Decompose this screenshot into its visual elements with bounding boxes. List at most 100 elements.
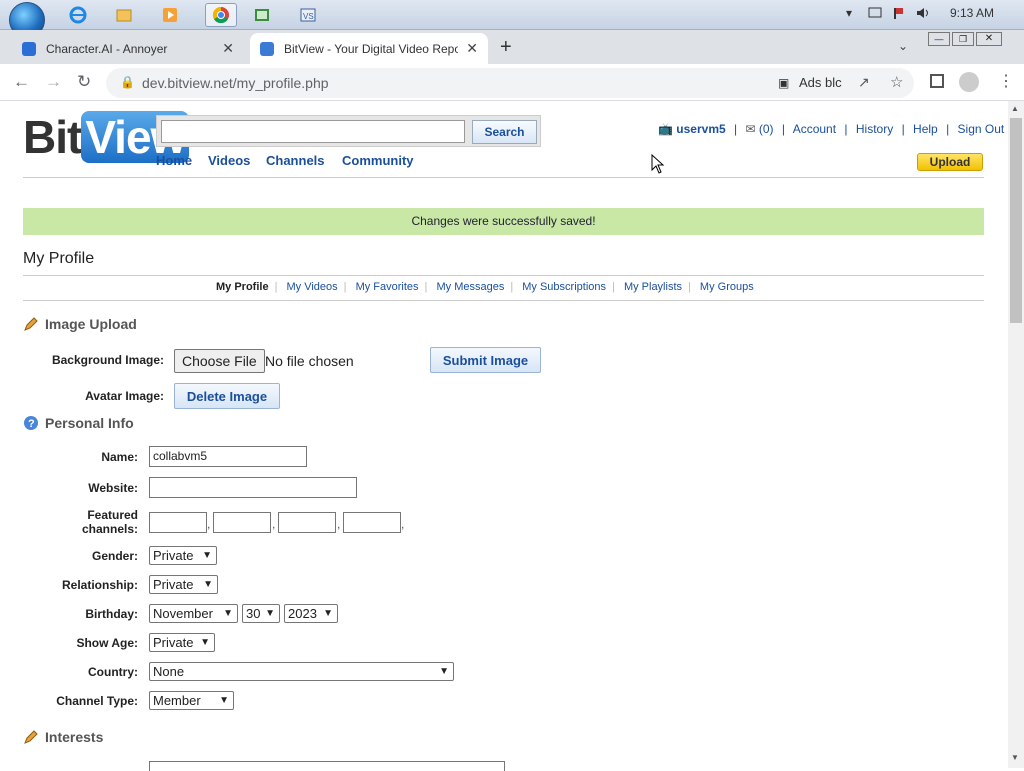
subnav-my-videos[interactable]: My Videos bbox=[281, 281, 344, 293]
subnav-my-favorites[interactable]: My Favorites bbox=[350, 281, 425, 293]
bookmark-star-icon[interactable]: ☆ bbox=[890, 73, 903, 91]
side-panel-icon[interactable] bbox=[930, 74, 944, 88]
menu-kebab-icon[interactable]: ⋮ bbox=[998, 71, 1014, 91]
web-page: BitView Search Home Videos Channels Comm… bbox=[0, 101, 1008, 771]
birth-day-select[interactable]: 30 ▼ bbox=[242, 604, 280, 623]
subnav-my-subscriptions[interactable]: My Subscriptions bbox=[516, 281, 612, 293]
tv-icon: 📺 bbox=[658, 122, 673, 136]
name-label: Name: bbox=[101, 450, 138, 464]
scroll-up-icon[interactable]: ▲ bbox=[1011, 104, 1019, 113]
chrome-icon[interactable] bbox=[205, 3, 237, 27]
delete-image-button[interactable]: Delete Image bbox=[174, 383, 280, 409]
mail-icon[interactable]: ✉ bbox=[745, 122, 755, 136]
page-title: My Profile bbox=[23, 250, 95, 267]
vs-icon[interactable]: VS bbox=[298, 5, 318, 25]
nav-community[interactable]: Community bbox=[342, 153, 414, 168]
profile-avatar-icon[interactable] bbox=[959, 72, 979, 92]
birth-year-select[interactable]: 2023 ▼ bbox=[284, 604, 338, 623]
relationship-label: Relationship: bbox=[61, 578, 138, 592]
back-icon[interactable]: ← bbox=[13, 72, 30, 92]
minimize-icon[interactable]: — bbox=[928, 32, 950, 46]
chevron-down-icon: ▼ bbox=[203, 579, 213, 590]
featured-channel-2-field[interactable] bbox=[213, 512, 271, 533]
gender-select[interactable]: Private ▼ bbox=[149, 546, 217, 565]
flag-icon[interactable] bbox=[892, 6, 906, 23]
media-player-icon[interactable] bbox=[160, 5, 180, 25]
avatar-image-label: Avatar Image: bbox=[85, 389, 164, 403]
country-select[interactable]: None ▼ bbox=[149, 662, 454, 681]
tab-title: Character.AI - Annoyer bbox=[46, 41, 168, 56]
submit-image-button[interactable]: Submit Image bbox=[430, 347, 541, 373]
help-link[interactable]: Help bbox=[913, 122, 938, 136]
volume-icon[interactable] bbox=[915, 6, 931, 23]
new-tab-button[interactable]: + bbox=[500, 36, 512, 59]
name-field[interactable]: collabvm5 bbox=[149, 446, 307, 467]
ads-block-icon[interactable]: ▣ bbox=[778, 76, 789, 90]
ie-icon[interactable] bbox=[68, 5, 88, 25]
divider bbox=[23, 300, 984, 301]
nav-channels[interactable]: Channels bbox=[266, 153, 325, 168]
inbox-count[interactable]: (0) bbox=[759, 122, 774, 136]
subnav-my-messages[interactable]: My Messages bbox=[430, 281, 510, 293]
clock[interactable]: 9:13 AM bbox=[950, 6, 994, 20]
subnav-my-profile[interactable]: My Profile bbox=[210, 281, 275, 293]
featured-channel-1-field[interactable] bbox=[149, 512, 207, 533]
address-bar[interactable]: 🔒 dev.bitview.net/my_profile.php ▣ Ads b… bbox=[106, 68, 914, 98]
chevron-up-icon[interactable]: ▾ bbox=[846, 6, 852, 20]
birth-month-select[interactable]: November ▼ bbox=[149, 604, 238, 623]
tab-bitview[interactable]: BitView - Your Digital Video Repository … bbox=[250, 33, 488, 64]
channels-label: channels: bbox=[81, 522, 138, 536]
pencil-icon bbox=[23, 316, 39, 332]
tab-search-icon[interactable]: ⌄ bbox=[898, 39, 908, 53]
share-icon[interactable]: ↗ bbox=[858, 74, 870, 91]
close-tab-icon[interactable]: ✕ bbox=[222, 40, 234, 57]
account-link[interactable]: Account bbox=[793, 122, 836, 136]
search-button[interactable]: Search bbox=[472, 120, 537, 144]
explorer-icon[interactable] bbox=[114, 5, 134, 25]
bitview-favicon-icon bbox=[260, 41, 274, 56]
relationship-select[interactable]: Private ▼ bbox=[149, 575, 218, 594]
search-input[interactable] bbox=[161, 120, 465, 143]
app-icon[interactable] bbox=[252, 5, 272, 25]
scrollbar-thumb[interactable] bbox=[1010, 118, 1022, 323]
website-field[interactable] bbox=[149, 477, 357, 498]
featured-label: Featured bbox=[87, 508, 138, 522]
forward-icon[interactable]: → bbox=[45, 72, 62, 92]
character-ai-favicon-icon bbox=[22, 41, 36, 56]
history-link[interactable]: History bbox=[856, 122, 893, 136]
interests-field[interactable] bbox=[149, 761, 505, 771]
nav-videos[interactable]: Videos bbox=[208, 153, 250, 168]
featured-channel-4-field[interactable] bbox=[343, 512, 401, 533]
show-age-select[interactable]: Private ▼ bbox=[149, 633, 215, 652]
featured-channel-3-field[interactable] bbox=[278, 512, 336, 533]
tab-character-ai[interactable]: Character.AI - Annoyer ✕ bbox=[12, 33, 244, 64]
subnav-my-groups[interactable]: My Groups bbox=[694, 281, 760, 293]
close-window-icon[interactable]: ✕ bbox=[976, 32, 1002, 46]
network-icon[interactable] bbox=[868, 6, 882, 23]
channel-type-select[interactable]: Member ▼ bbox=[149, 691, 234, 710]
tab-title: BitView - Your Digital Video Repository bbox=[284, 41, 459, 56]
nav-home[interactable]: Home bbox=[156, 153, 192, 168]
select-value: Private bbox=[153, 635, 194, 650]
pencil-icon bbox=[23, 729, 39, 745]
choose-file-button[interactable]: Choose File bbox=[174, 349, 265, 373]
adblock-label[interactable]: Ads blc bbox=[799, 75, 842, 90]
svg-text:?: ? bbox=[28, 418, 35, 430]
chevron-down-icon: ▼ bbox=[200, 637, 210, 648]
username-link[interactable]: uservm5 bbox=[676, 122, 725, 136]
upload-button[interactable]: Upload bbox=[917, 153, 983, 171]
subnav-my-playlists[interactable]: My Playlists bbox=[618, 281, 688, 293]
mouse-cursor-icon bbox=[651, 154, 665, 174]
lock-icon[interactable]: 🔒 bbox=[120, 75, 135, 89]
select-value: 2023 bbox=[288, 606, 317, 621]
windows-taskbar: VS ▾ 9:13 AM bbox=[0, 0, 1024, 38]
scroll-down-icon[interactable]: ▼ bbox=[1011, 753, 1019, 762]
sign-out-link[interactable]: Sign Out bbox=[958, 122, 1005, 136]
restore-icon[interactable]: ❐ bbox=[952, 32, 974, 46]
url-text[interactable]: dev.bitview.net/my_profile.php bbox=[142, 75, 329, 91]
close-tab-icon[interactable]: ✕ bbox=[466, 40, 478, 57]
divider bbox=[23, 275, 984, 276]
svg-text:VS: VS bbox=[303, 12, 314, 21]
window-controls: — ❐ ✕ bbox=[928, 32, 1010, 46]
reload-icon[interactable]: ↻ bbox=[77, 72, 91, 92]
